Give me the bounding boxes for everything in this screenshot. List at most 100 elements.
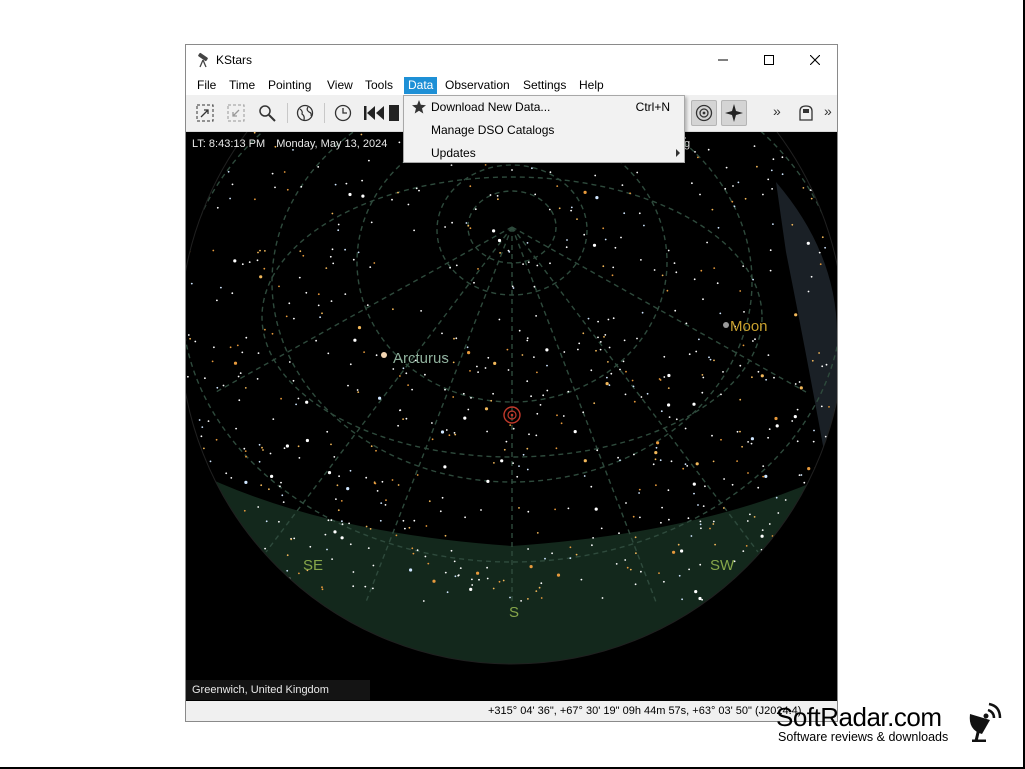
- star-point: [745, 545, 748, 547]
- star-point: [216, 386, 219, 389]
- time-step-back-button[interactable]: [361, 100, 387, 126]
- toolbar-overflow-button-2[interactable]: »: [824, 103, 832, 119]
- star-point: [321, 312, 323, 315]
- close-icon: [810, 55, 820, 65]
- star-point: [375, 354, 378, 357]
- title-bar[interactable]: KStars: [186, 45, 837, 75]
- star-point: [469, 370, 471, 372]
- menu-manage-dso-catalogs[interactable]: Manage DSO Catalogs: [404, 119, 684, 141]
- star-point: [658, 572, 660, 574]
- target-symbol-button[interactable]: [691, 100, 717, 126]
- star-point: [408, 526, 411, 529]
- location-box: Greenwich, United Kingdom: [186, 680, 370, 700]
- star-point: [344, 248, 346, 251]
- export-button[interactable]: [793, 100, 819, 126]
- star-point: [370, 445, 373, 448]
- star-point: [625, 502, 627, 504]
- star-point: [813, 429, 815, 432]
- zoom-to-selection-button[interactable]: [192, 100, 218, 126]
- star-point: [545, 348, 549, 352]
- star-point: [201, 426, 204, 428]
- menu-time[interactable]: Time: [225, 77, 259, 94]
- star-point: [811, 359, 814, 362]
- star-point: [370, 221, 373, 224]
- toolbar-overflow-button[interactable]: »: [773, 103, 781, 119]
- star-point: [526, 380, 529, 383]
- star-point: [212, 249, 215, 252]
- star-point: [498, 318, 501, 321]
- stop-clock-button[interactable]: [389, 100, 403, 126]
- star-point: [661, 506, 663, 509]
- star-point: [570, 206, 573, 209]
- set-time-button[interactable]: [330, 100, 356, 126]
- star-point: [711, 434, 713, 437]
- label-arcturus[interactable]: Arcturus: [393, 350, 449, 367]
- star-point: [341, 520, 343, 523]
- star-point: [631, 379, 634, 382]
- star-point: [771, 188, 773, 190]
- star-point: [352, 585, 355, 588]
- download-shortcut: Ctrl+N: [635, 100, 670, 114]
- star-point: [360, 133, 363, 136]
- menu-pointing[interactable]: Pointing: [264, 77, 315, 94]
- star-point: [754, 338, 756, 341]
- star-point: [818, 251, 821, 254]
- star-point: [556, 414, 558, 417]
- star-point: [211, 360, 214, 363]
- show-stars-button[interactable]: [721, 100, 747, 126]
- star-point: [270, 474, 274, 478]
- star-point: [204, 377, 206, 380]
- star-point: [413, 229, 415, 232]
- star-point: [241, 351, 244, 354]
- star-point: [612, 266, 615, 269]
- close-button[interactable]: [792, 45, 837, 75]
- geographic-location-button[interactable]: [292, 100, 318, 126]
- menu-data[interactable]: Data: [404, 77, 438, 94]
- star-point: [626, 566, 629, 569]
- star-point: [512, 427, 515, 430]
- star-point: [673, 262, 676, 264]
- toolbar-separator: [287, 103, 288, 123]
- menu-help[interactable]: Help: [575, 77, 608, 94]
- star-point: [701, 374, 704, 376]
- star-point: [535, 434, 538, 437]
- star-point: [594, 174, 597, 177]
- star-point: [527, 598, 529, 600]
- star-point: [244, 573, 248, 577]
- star-point: [361, 194, 365, 198]
- star-point: [405, 417, 408, 420]
- star-point: [432, 579, 436, 583]
- star-point: [441, 496, 444, 499]
- star-point: [238, 399, 241, 402]
- menu-observation[interactable]: Observation: [441, 77, 514, 94]
- star-point: [800, 535, 805, 539]
- star-point: [367, 547, 370, 549]
- star-point: [444, 571, 447, 574]
- menu-tools[interactable]: Tools: [361, 77, 397, 94]
- star-point: [397, 484, 400, 486]
- star-point: [668, 416, 671, 418]
- menu-download-new-data[interactable]: Download New Data... Ctrl+N: [404, 96, 684, 118]
- star-point: [357, 326, 362, 330]
- star-point: [331, 248, 334, 251]
- star-point: [794, 313, 798, 317]
- star-point: [190, 427, 192, 429]
- export-icon: [799, 105, 813, 121]
- menu-updates[interactable]: Updates: [404, 142, 684, 164]
- star-point: [264, 547, 266, 550]
- menu-settings[interactable]: Settings: [519, 77, 570, 94]
- menu-file[interactable]: File: [193, 77, 220, 94]
- minimize-button[interactable]: [700, 45, 746, 75]
- zoom-fit-button[interactable]: [223, 100, 249, 126]
- star-point: [361, 179, 363, 182]
- star-point: [189, 337, 191, 340]
- menu-view[interactable]: View: [323, 77, 357, 94]
- star-point: [477, 371, 479, 373]
- maximize-button[interactable]: [746, 45, 792, 75]
- label-moon[interactable]: Moon: [730, 318, 768, 335]
- star-point: [518, 465, 520, 467]
- find-object-button[interactable]: [254, 100, 280, 126]
- star-point: [349, 363, 352, 366]
- sky-map[interactable]: LT: 8:43:13 PM Monday, May 13, 2024 g Ar…: [186, 132, 837, 701]
- star-point: [392, 308, 394, 311]
